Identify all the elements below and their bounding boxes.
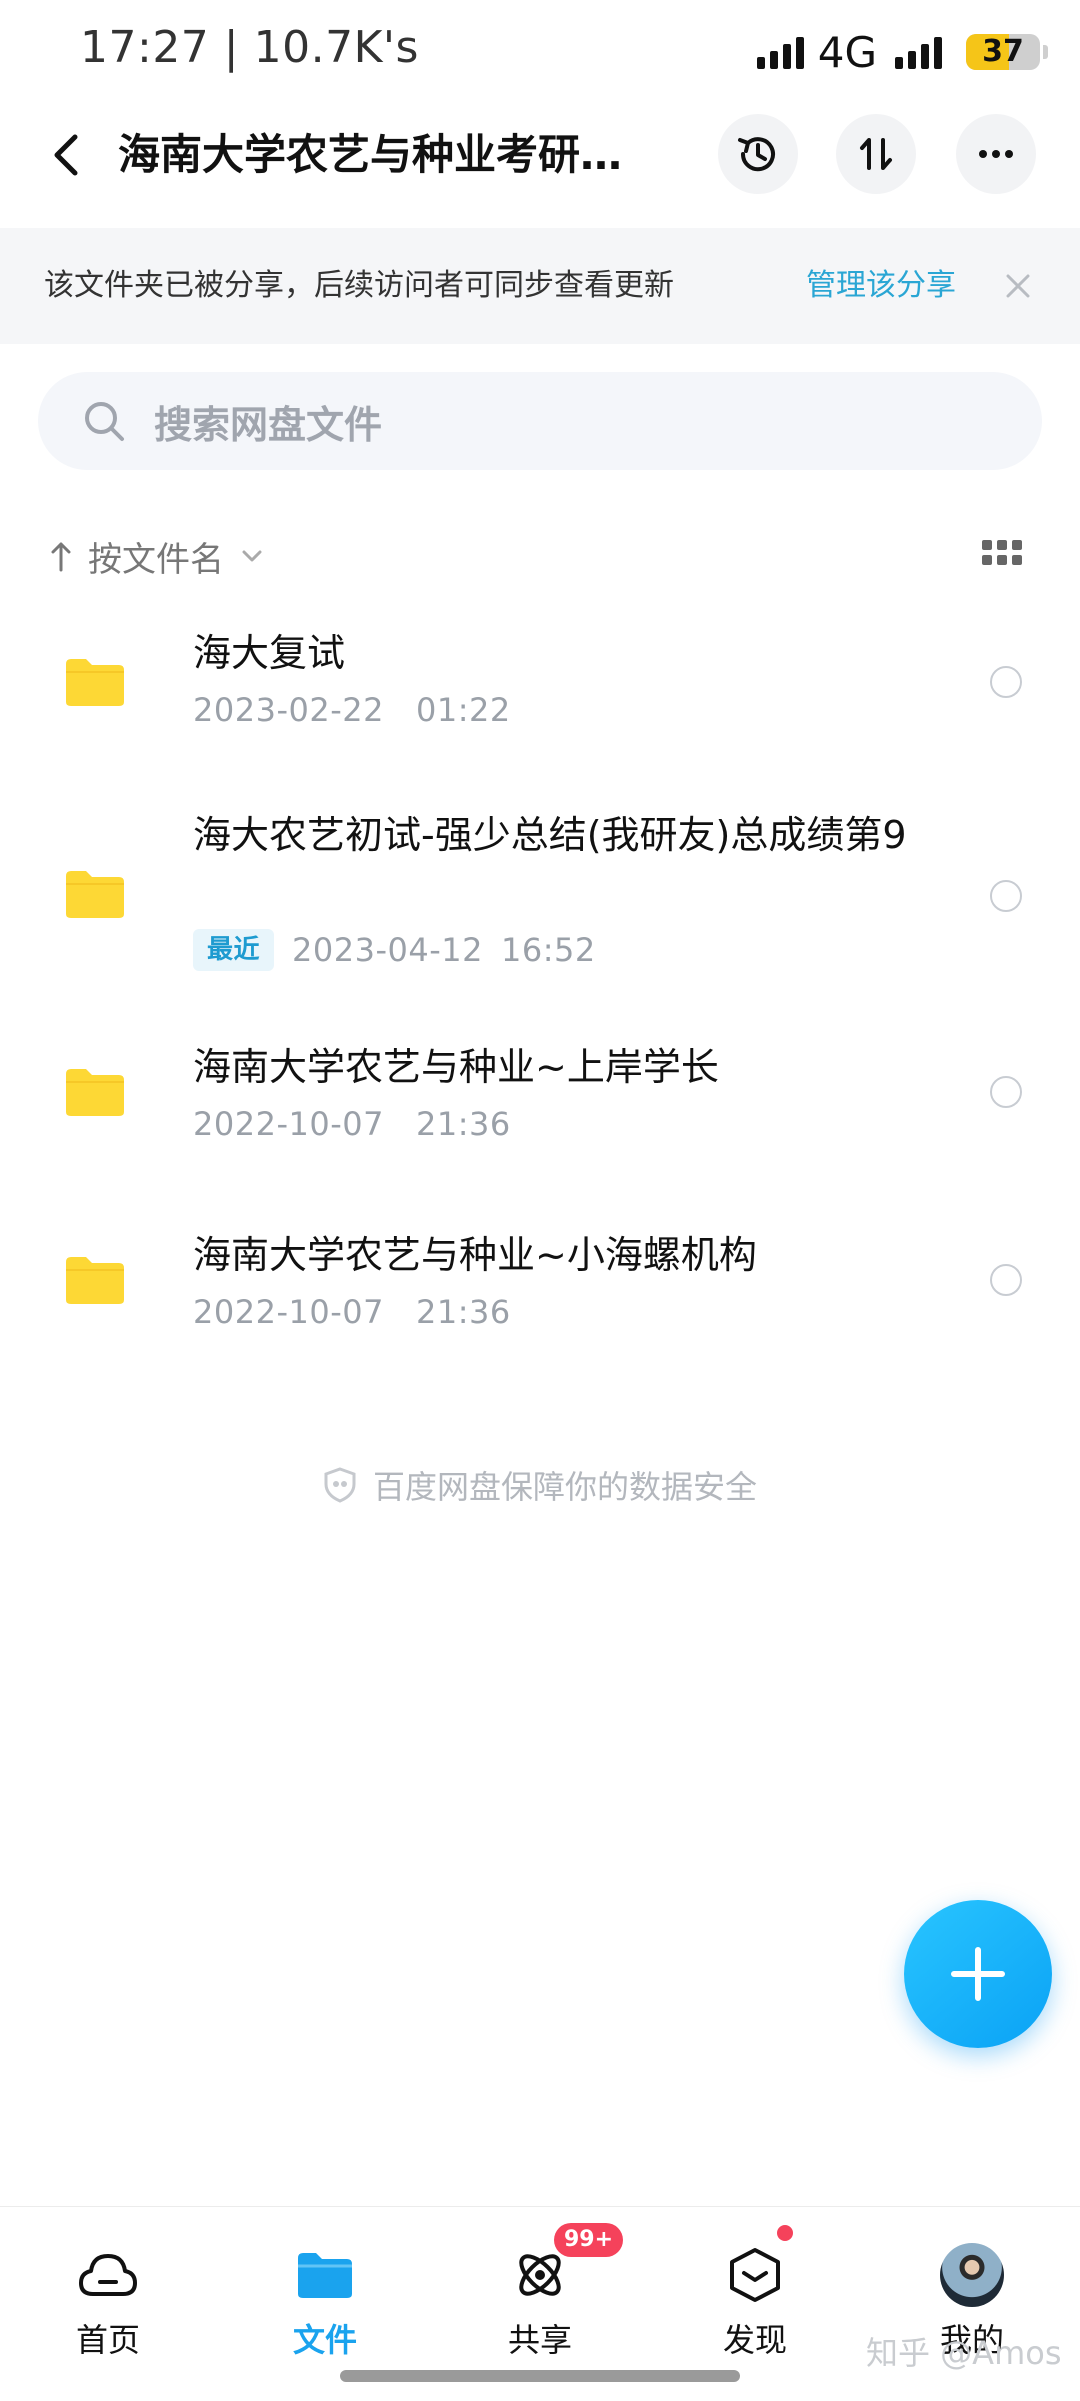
file-row[interactable]: 海南大学农艺与种业~上岸学长 2022-10-07 21:36	[0, 1020, 1080, 1170]
page-title: 海南大学农艺与种业考研资料	[118, 130, 638, 179]
share-badge: 99+	[554, 2223, 624, 2257]
file-row[interactable]: 海南大学农艺与种业~小海螺机构 2022-10-07 21:36	[0, 1208, 1080, 1358]
history-button[interactable]	[718, 114, 798, 194]
folder-icon	[293, 2243, 357, 2307]
recent-tag: 最近	[193, 929, 275, 971]
file-row[interactable]: 海大复试 2023-02-22 01:22	[0, 610, 1080, 760]
battery-icon: 37	[966, 34, 1048, 70]
avatar-wrapper	[940, 2243, 1004, 2307]
more-icon	[979, 150, 1013, 158]
file-row[interactable]: 海大农艺初试-强少总结(我研友)总成绩第9 最近 2023-04-12 16:5…	[0, 808, 1080, 988]
wifi-signal-icon	[895, 35, 942, 69]
nav-item-discover[interactable]: 发现	[680, 2225, 830, 2361]
home-indicator[interactable]	[340, 2370, 740, 2382]
safety-note: 百度网盘保障你的数据安全	[0, 1462, 1080, 1508]
sort-transfer-icon	[860, 138, 892, 170]
file-date: 2022-10-07 21:36	[193, 1102, 511, 1146]
discover-notification-dot	[777, 2225, 793, 2241]
file-date-time: 21:36	[415, 1105, 511, 1143]
watermark: 知乎 @Amos	[866, 2334, 1062, 2372]
shield-icon	[324, 1467, 356, 1503]
more-button[interactable]	[956, 114, 1036, 194]
nav-label-files: 文件	[292, 2321, 357, 2359]
file-date-time: 21:36	[415, 1293, 511, 1331]
file-date: 2023-02-22 01:22	[193, 688, 511, 732]
chevron-down-icon	[242, 550, 262, 562]
close-icon	[1006, 274, 1030, 298]
share-orbit-icon: 99+	[508, 2223, 624, 2307]
back-icon	[54, 134, 78, 176]
select-radio[interactable]	[990, 880, 1022, 912]
file-name: 海大复试	[193, 631, 346, 675]
avatar	[940, 2243, 1004, 2307]
folder-icon	[66, 1257, 124, 1304]
file-name: 海南大学农艺与种业~小海螺机构	[193, 1233, 757, 1277]
nav-label-discover: 发现	[722, 2321, 787, 2359]
nav-item-home[interactable]: 首页	[33, 2243, 183, 2361]
search-placeholder: 搜索网盘文件	[154, 402, 383, 447]
sort-selector[interactable]: 按文件名	[50, 528, 264, 584]
plus-icon	[951, 1947, 1005, 2001]
file-date-day: 2022-10-07	[193, 1293, 384, 1331]
file-date: 2022-10-07 21:36	[193, 1290, 511, 1334]
file-name: 海南大学农艺与种业~上岸学长	[193, 1045, 719, 1089]
folder-icon	[66, 1069, 124, 1116]
sort-up-arrow-icon	[51, 542, 71, 572]
file-name: 海大农艺初试-强少总结(我研友)总成绩第9	[193, 813, 907, 857]
file-date-day: 2022-10-07	[193, 1105, 384, 1143]
file-date-time: 16:52	[500, 931, 596, 969]
back-button[interactable]	[36, 120, 96, 190]
select-radio[interactable]	[990, 1264, 1022, 1296]
select-radio[interactable]	[990, 1076, 1022, 1108]
transfer-button[interactable]	[836, 114, 916, 194]
cloud-home-icon	[76, 2243, 140, 2307]
nav-label-home: 首页	[75, 2321, 140, 2359]
search-icon	[78, 395, 130, 447]
discover-box-icon	[723, 2225, 793, 2307]
status-icons: 4G 37	[756, 24, 1048, 80]
history-icon	[738, 137, 775, 172]
signal-icon	[756, 35, 804, 69]
nav-item-files[interactable]: 文件	[250, 2243, 400, 2361]
share-banner-message: 该文件夹已被分享，后续访问者可同步查看更新	[44, 268, 674, 303]
add-button[interactable]	[904, 1900, 1052, 2048]
status-time: 17:27 | 10.7K's	[80, 22, 419, 73]
folder-icon	[66, 659, 124, 706]
folder-icon	[66, 871, 124, 918]
file-date: 最近 2023-04-12 16:52	[193, 928, 596, 972]
file-date-time: 01:22	[415, 691, 511, 729]
nav-label-share: 共享	[507, 2321, 572, 2359]
battery-level: 37	[982, 34, 1024, 69]
banner-close-button[interactable]	[996, 264, 1040, 308]
nav-item-share[interactable]: 99+ 共享	[465, 2223, 624, 2361]
file-date-day: 2023-04-12	[292, 931, 483, 969]
safety-text: 百度网盘保障你的数据安全	[372, 1468, 757, 1506]
grid-view-icon[interactable]	[982, 540, 1022, 572]
manage-share-link[interactable]: 管理该分享	[806, 228, 956, 344]
search-bar[interactable]: 搜索网盘文件	[38, 372, 1042, 470]
file-date-day: 2023-02-22	[193, 691, 384, 729]
sort-label: 按文件名	[88, 539, 224, 580]
network-label: 4G	[817, 27, 877, 77]
select-radio[interactable]	[990, 666, 1022, 698]
share-banner: 该文件夹已被分享，后续访问者可同步查看更新 管理该分享	[0, 228, 1080, 344]
